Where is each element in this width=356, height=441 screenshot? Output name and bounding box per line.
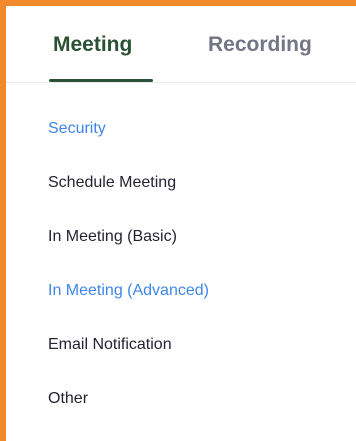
settings-tab-bar: Meeting Recording — [6, 6, 356, 83]
tab-recording[interactable]: Recording — [208, 32, 312, 58]
active-tab-indicator — [49, 79, 153, 82]
nav-item-email-notification[interactable]: Email Notification — [48, 332, 209, 386]
nav-item-in-meeting-advanced[interactable]: In Meeting (Advanced) — [48, 278, 209, 332]
settings-panel: Meeting Recording Security Schedule Meet… — [0, 0, 356, 441]
settings-section-nav: Security Schedule Meeting In Meeting (Ba… — [48, 116, 209, 440]
nav-item-schedule-meeting[interactable]: Schedule Meeting — [48, 170, 209, 224]
nav-item-security[interactable]: Security — [48, 116, 209, 170]
nav-item-other[interactable]: Other — [48, 386, 209, 440]
nav-item-in-meeting-basic[interactable]: In Meeting (Basic) — [48, 224, 209, 278]
tab-meeting[interactable]: Meeting — [53, 32, 132, 58]
